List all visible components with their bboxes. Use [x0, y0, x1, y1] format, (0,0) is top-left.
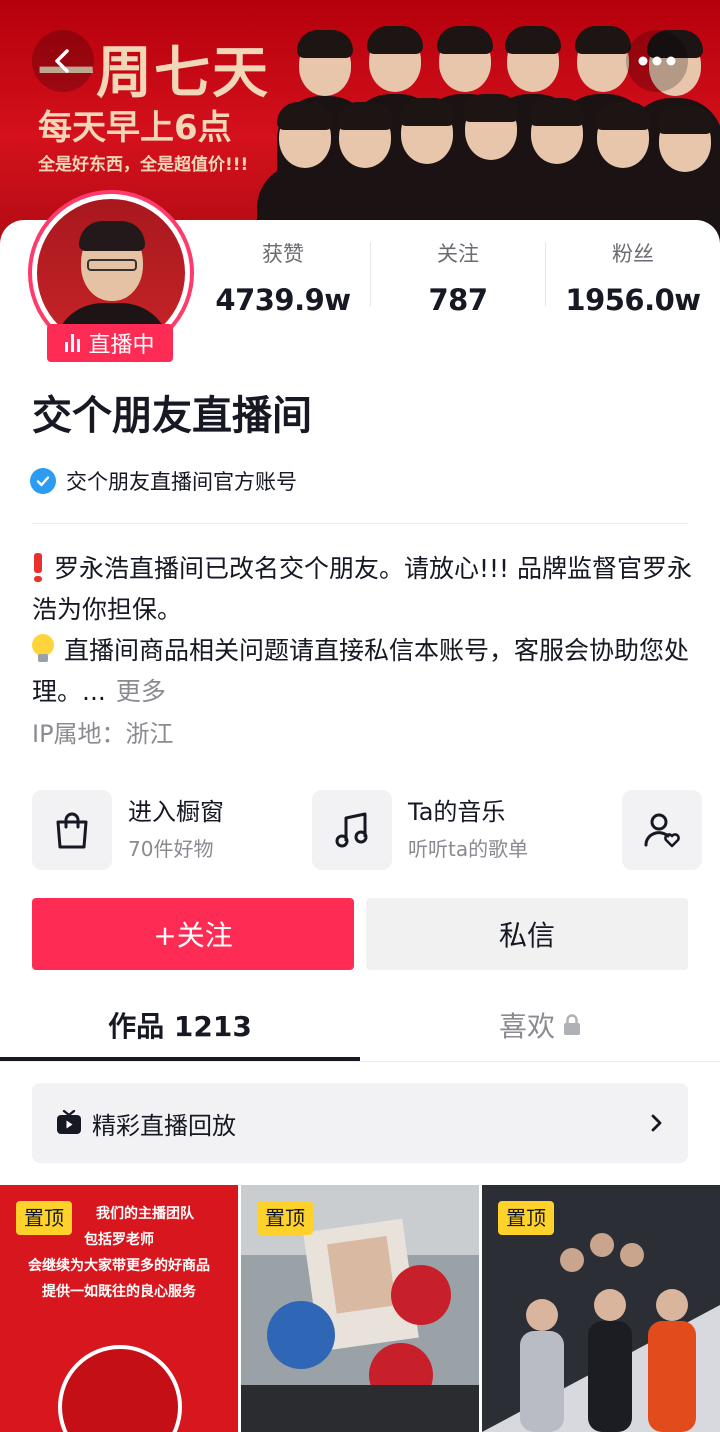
message-button[interactable]: 私信	[366, 898, 688, 970]
stat-followers[interactable]: 粉丝 1956.0w	[558, 240, 708, 322]
stat-label: 关注	[437, 242, 479, 266]
feature-music[interactable]: Ta的音乐 听听ta的歌单	[312, 790, 528, 870]
feature-showcase[interactable]: 进入橱窗 70件好物	[32, 790, 224, 870]
video-thumbnail[interactable]: 我们的主播团队 包括罗老师 会继续为大家带更多的好商品 提供一如既往的良心服务 …	[0, 1185, 238, 1432]
live-label: 直播中	[88, 333, 155, 358]
live-badge[interactable]: 直播中	[47, 324, 173, 362]
music-note-icon	[312, 790, 392, 870]
stat-likes[interactable]: 获赞 4739.9w	[208, 240, 358, 322]
more-button[interactable]	[626, 30, 688, 92]
tab-divider	[0, 1061, 720, 1062]
stat-divider	[370, 242, 371, 306]
feature-title: 进入橱窗	[128, 798, 224, 826]
pinned-badge: 置顶	[16, 1201, 72, 1235]
feature-subtitle: 70件好物	[128, 837, 214, 861]
bio-more-link[interactable]: 更多	[116, 677, 166, 706]
verified-check-icon	[30, 468, 56, 494]
light-bulb-icon	[32, 634, 54, 664]
verified-text: 交个朋友直播间官方账号	[66, 470, 297, 494]
user-heart-icon	[622, 790, 702, 870]
live-replay-row[interactable]: 精彩直播回放	[32, 1083, 688, 1163]
divider	[32, 523, 688, 524]
feature-subtitle: 听听ta的歌单	[408, 837, 529, 861]
feature-fans-group[interactable]	[622, 790, 702, 870]
exclamation-icon	[32, 553, 44, 582]
stat-value: 787	[428, 283, 488, 317]
pinned-badge: 置顶	[257, 1201, 313, 1235]
banner-line-2: 每天早上6点	[38, 108, 232, 148]
stat-value: 1956.0w	[565, 283, 701, 317]
live-replay-label: 精彩直播回放	[92, 1111, 236, 1140]
tab-works[interactable]: 作品 1213	[0, 990, 360, 1060]
stat-following[interactable]: 关注 787	[383, 240, 533, 322]
follow-button[interactable]: +关注	[32, 898, 354, 970]
tv-icon	[57, 1110, 81, 1134]
tab-likes[interactable]: 喜欢	[360, 990, 720, 1060]
bio-line-1: 罗永浩直播间已改名交个朋友。请放心!!! 品牌监督官罗永浩为你担保。	[32, 553, 693, 624]
stat-value: 4739.9w	[215, 283, 351, 317]
lock-icon	[564, 1014, 580, 1035]
tab-likes-label: 喜欢	[498, 1010, 555, 1043]
chevron-left-icon	[55, 49, 69, 73]
more-dots-icon	[638, 56, 676, 66]
video-thumbnail[interactable]: 置顶	[241, 1185, 479, 1432]
profile-name: 交个朋友直播间	[32, 393, 312, 439]
ip-location: IP属地：浙江	[32, 720, 174, 748]
stat-label: 粉丝	[612, 242, 654, 266]
back-button[interactable]	[32, 30, 94, 92]
live-bars-icon	[65, 334, 81, 352]
verified-row: 交个朋友直播间官方账号	[30, 466, 297, 496]
shopping-bag-icon	[32, 790, 112, 870]
pinned-badge: 置顶	[498, 1201, 554, 1235]
feature-title: Ta的音乐	[408, 798, 506, 826]
stat-divider	[545, 242, 546, 306]
chevron-right-icon	[651, 1114, 662, 1132]
banner-line-3: 全是好东西，全是超值价!!!	[38, 155, 249, 175]
stat-label: 获赞	[262, 242, 304, 266]
thumbnail-team-photo	[58, 1345, 182, 1432]
bio-line-2: 直播间商品相关问题请直接私信本账号，客服会协助您处理。... 更多	[32, 634, 690, 706]
video-thumbnail[interactable]: 置顶	[482, 1185, 720, 1432]
bio: 罗永浩直播间已改名交个朋友。请放心!!! 品牌监督官罗永浩为你担保。 直播间商品…	[32, 548, 692, 712]
